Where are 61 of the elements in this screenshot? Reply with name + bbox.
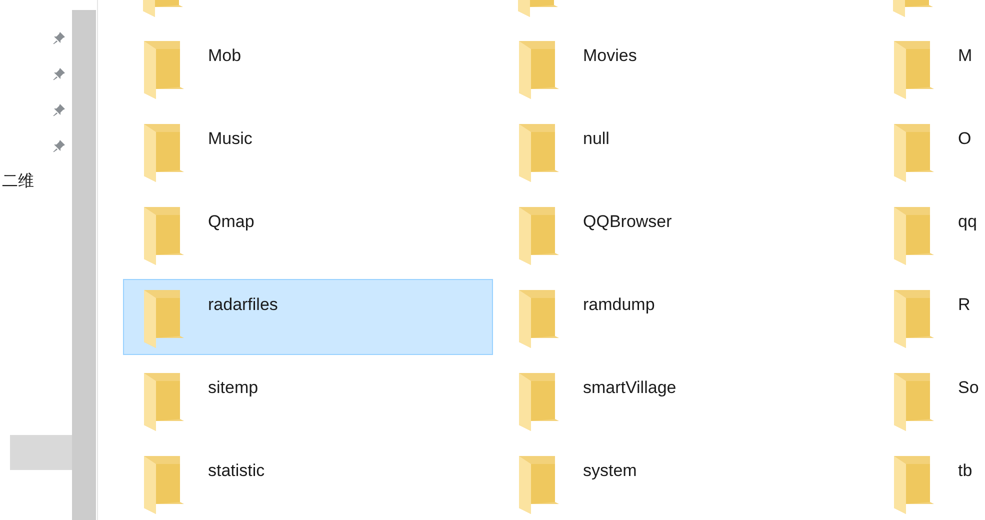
- folder-item[interactable]: M: [873, 30, 985, 106]
- nav-item-highlight[interactable]: [10, 435, 72, 470]
- folder-name: sitemp: [208, 377, 258, 399]
- nav-item-label[interactable]: 二维: [2, 170, 34, 194]
- folder-item[interactable]: So: [873, 362, 985, 438]
- folder-item[interactable]: O: [873, 113, 985, 189]
- pin-icon[interactable]: [52, 103, 66, 117]
- folder-icon: [517, 122, 561, 184]
- folder-icon: [892, 288, 936, 350]
- folder-item[interactable]: radarfiles: [123, 279, 493, 355]
- folder-icon: [142, 454, 186, 516]
- folder-name: statistic: [208, 460, 265, 482]
- folder-item[interactable]: QQBrowser: [498, 196, 868, 272]
- folder-name: null: [583, 128, 610, 150]
- folder-name: R: [958, 294, 970, 316]
- folder-item[interactable]: Mob: [123, 30, 493, 106]
- folder-icon: [517, 454, 561, 516]
- scrollbar[interactable]: [72, 10, 96, 520]
- folder-name: tb: [958, 460, 972, 482]
- folder-name: Movies: [583, 45, 637, 67]
- folder-name: O: [958, 128, 972, 150]
- folder-icon: [517, 39, 561, 101]
- folder-icon: [142, 122, 186, 184]
- folder-name: ramdump: [583, 294, 655, 316]
- folder-name: So: [958, 377, 979, 399]
- folder-icon: [517, 288, 561, 350]
- folder-icon: [892, 122, 936, 184]
- folder-item[interactable]: Movies: [498, 30, 868, 106]
- folder-item[interactable]: sitemp: [123, 362, 493, 438]
- folder-item[interactable]: R: [873, 279, 985, 355]
- folder-icon: [142, 288, 186, 350]
- folder-icon: [892, 454, 936, 516]
- folder-item[interactable]: smartVillage: [498, 362, 868, 438]
- folder-icon: [892, 205, 936, 267]
- folder-icon: [892, 39, 936, 101]
- folder-name: Mob: [208, 45, 242, 67]
- pin-icon[interactable]: [52, 139, 66, 153]
- folder-item[interactable]: qq: [873, 196, 985, 272]
- folder-item[interactable]: tb: [873, 445, 985, 520]
- folder-icon: [142, 205, 186, 267]
- folder-name: Qmap: [208, 211, 254, 233]
- folder-item[interactable]: system: [498, 445, 868, 520]
- folder-name: Music: [208, 128, 252, 150]
- folder-icon: [142, 39, 186, 101]
- folder-item[interactable]: Music: [123, 113, 493, 189]
- folder-item[interactable]: Qmap: [123, 196, 493, 272]
- folder-name: QQBrowser: [583, 211, 672, 233]
- folder-name: radarfiles: [208, 294, 278, 316]
- folder-name: qq: [958, 211, 977, 233]
- folder-icon: [892, 371, 936, 433]
- folder-item[interactable]: ramdump: [498, 279, 868, 355]
- folder-icon: [517, 371, 561, 433]
- folder-name: M: [958, 45, 972, 67]
- folder-name: system: [583, 460, 637, 482]
- folder-item[interactable]: null: [498, 113, 868, 189]
- folder-icon: [142, 371, 186, 433]
- folder-icon: [517, 205, 561, 267]
- pin-icon[interactable]: [52, 67, 66, 81]
- pin-icon[interactable]: [52, 31, 66, 45]
- folder-name: smartVillage: [583, 377, 676, 399]
- folder-item[interactable]: statistic: [123, 445, 493, 520]
